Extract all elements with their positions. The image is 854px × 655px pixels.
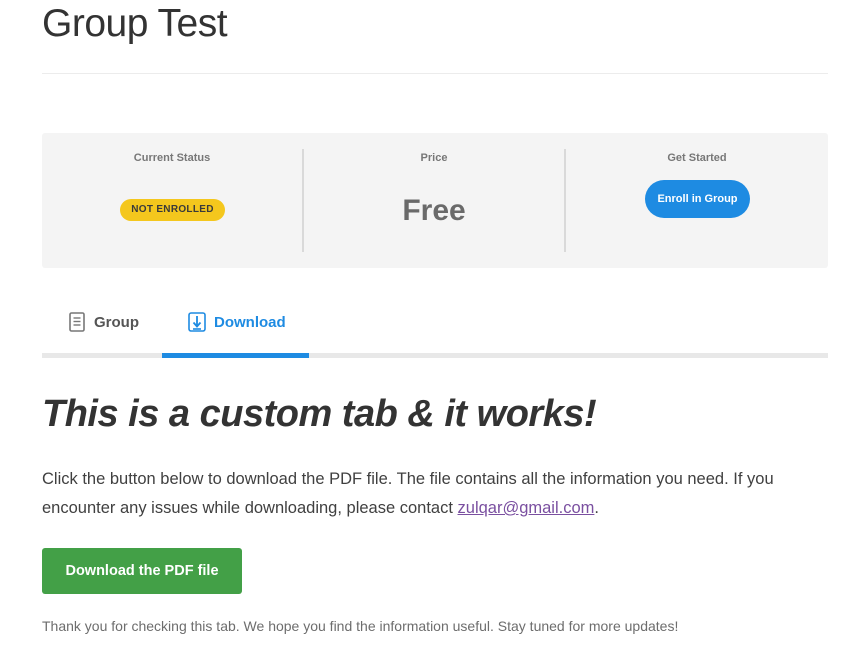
status-label: Current Status	[133, 152, 211, 164]
footer-note: Thank you for checking this tab. We hope…	[42, 618, 679, 634]
status-badge: NOT ENROLLED	[120, 199, 225, 221]
tab-content-paragraph: Click the button below to download the P…	[42, 465, 812, 523]
get-started-column: Get Started Enroll in Group	[566, 133, 828, 268]
tab-group-label: Group	[94, 313, 139, 331]
get-started-label: Get Started	[667, 152, 727, 164]
tab-group[interactable]: Group	[66, 300, 139, 358]
price-column: Price Free	[304, 133, 564, 268]
price-label: Price	[420, 152, 448, 164]
download-pdf-button[interactable]: Download the PDF file	[42, 548, 242, 594]
enroll-in-group-button[interactable]: Enroll in Group	[645, 180, 750, 218]
tab-content-heading: This is a custom tab & it works!	[42, 393, 597, 435]
paragraph-text: Click the button below to download the P…	[42, 470, 774, 517]
tab-download[interactable]: Download	[186, 300, 286, 358]
enrollment-status-card: Current Status NOT ENROLLED Price Free G…	[42, 133, 828, 268]
price-value: Free	[402, 194, 466, 227]
paragraph-end: .	[594, 499, 599, 517]
title-divider	[42, 73, 828, 74]
status-column: Current Status NOT ENROLLED	[42, 133, 302, 268]
page-title: Group Test	[42, 2, 228, 45]
download-icon	[188, 312, 206, 332]
contact-email-link[interactable]: zulqar@gmail.com	[458, 499, 595, 517]
tab-bar: Group Download	[42, 300, 828, 358]
document-icon	[69, 312, 85, 332]
tab-download-label: Download	[214, 313, 286, 331]
tab-track	[42, 353, 828, 358]
